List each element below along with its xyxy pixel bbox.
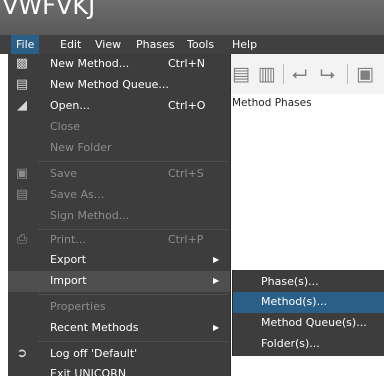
window-edge <box>0 54 8 376</box>
menu-edit[interactable]: Edit <box>55 35 86 54</box>
menu-item-log-off[interactable]: ➲ Log off 'Default' <box>8 344 230 365</box>
menu-item-exit[interactable]: Exit UNICORN <box>8 364 230 385</box>
menu-separator <box>38 161 228 162</box>
open-folder-icon: ◢ <box>17 98 27 113</box>
window-title: VWFVKJ <box>2 0 96 20</box>
menu-item-sign-method[interactable]: Sign Method... <box>8 206 230 227</box>
save-toolbar-icon[interactable]: ▣ <box>356 64 374 84</box>
paste-special-icon[interactable]: ▥ <box>258 64 276 84</box>
submenu-arrow-icon: ▶ <box>213 255 220 264</box>
method-phases-label: Method Phases <box>232 97 312 109</box>
save-icon: ▣ <box>15 166 29 181</box>
submenu-arrow-icon: ▶ <box>213 323 220 332</box>
menu-item-close[interactable]: Close <box>8 117 230 138</box>
menu-item-save-as[interactable]: ▤ Save As... <box>8 185 230 206</box>
menu-item-new-method[interactable]: ▩ New Method... Ctrl+N <box>8 54 230 75</box>
menu-item-new-folder[interactable]: New Folder <box>8 138 230 159</box>
toolbar-separator <box>347 64 348 84</box>
title-bar: VWFVKJ <box>0 0 384 35</box>
menu-separator <box>38 341 228 342</box>
print-icon: ⎙ <box>16 232 28 247</box>
submenu-item-folders[interactable]: Folder(s)... <box>233 334 384 355</box>
menu-bar: File Edit View Phases Tools Help <box>0 35 384 54</box>
menu-item-properties[interactable]: Properties <box>8 297 230 318</box>
menu-item-new-method-queue[interactable]: ▤ New Method Queue... <box>8 75 230 96</box>
toolbar-separator <box>283 64 284 84</box>
menu-item-import[interactable]: Import ▶ <box>8 271 230 292</box>
menu-item-export[interactable]: Export ▶ <box>8 250 230 271</box>
submenu-item-methods[interactable]: Method(s)... <box>233 292 384 313</box>
menu-help[interactable]: Help <box>227 35 262 54</box>
menu-view[interactable]: View <box>90 35 126 54</box>
menu-separator <box>38 294 228 295</box>
submenu-item-phases[interactable]: Phase(s)... <box>233 272 384 293</box>
paste-icon[interactable]: ▤ <box>232 64 250 84</box>
submenu-item-method-queues[interactable]: Method Queue(s)... <box>233 313 384 334</box>
menu-tools[interactable]: Tools <box>182 35 219 54</box>
redo-icon[interactable]: ⮡ <box>320 64 335 84</box>
new-method-icon: ▩ <box>15 56 29 71</box>
menu-item-print[interactable]: ⎙ Print... Ctrl+P <box>8 230 230 251</box>
menu-item-recent-methods[interactable]: Recent Methods ▶ <box>8 318 230 339</box>
menu-item-save[interactable]: ▣ Save Ctrl+S <box>8 164 230 185</box>
file-menu-dropdown: ▩ New Method... Ctrl+N ▤ New Method Queu… <box>8 54 231 380</box>
save-as-icon: ▤ <box>15 187 29 202</box>
menu-file[interactable]: File <box>11 35 40 54</box>
menu-item-open[interactable]: ◢ Open... Ctrl+O <box>8 96 230 117</box>
logoff-icon: ➲ <box>16 346 28 361</box>
import-submenu: Phase(s)... Method(s)... Method Queue(s)… <box>232 270 384 356</box>
undo-icon[interactable]: ⮠ <box>292 64 307 84</box>
toolbar: ▤ ▥ ⮠ ⮡ ▣ <box>230 54 384 94</box>
submenu-arrow-icon: ▶ <box>213 276 220 285</box>
new-method-queue-icon: ▤ <box>15 77 29 92</box>
menu-phases[interactable]: Phases <box>131 35 180 54</box>
